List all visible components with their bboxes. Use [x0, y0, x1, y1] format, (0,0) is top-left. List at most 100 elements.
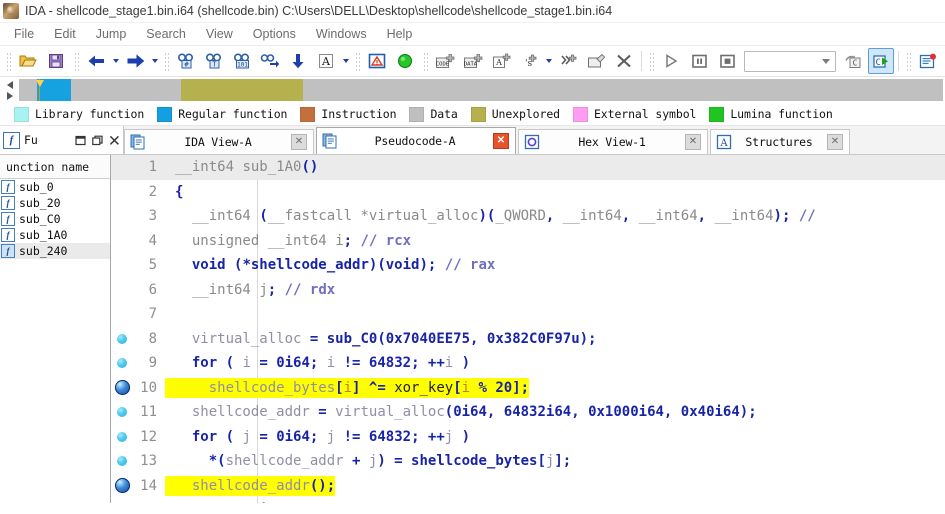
- functions-column-header[interactable]: unction name: [0, 155, 110, 179]
- toolbar-grip[interactable]: [5, 51, 11, 71]
- search-binary-icon[interactable]: 101: [229, 48, 255, 74]
- maximize-button[interactable]: [89, 132, 106, 148]
- tab-close-icon[interactable]: ✕: [685, 134, 701, 150]
- toolbar-grip-7[interactable]: [905, 51, 911, 71]
- make-ascii-icon[interactable]: A: [488, 48, 514, 74]
- breakpoint-icon[interactable]: [114, 380, 130, 396]
- token-var-shellcode-addr: shellcode_addr: [191, 404, 310, 421]
- font-a-icon[interactable]: A: [313, 48, 339, 74]
- tab-structures[interactable]: A Structures ✕: [710, 129, 850, 154]
- stop-icon[interactable]: [714, 48, 740, 74]
- code-line-8-marker[interactable]: [111, 333, 133, 344]
- code-line-14[interactable]: 14 shellcode_addr();: [111, 474, 945, 499]
- close-button[interactable]: [106, 132, 123, 148]
- search-text-icon[interactable]: T: [201, 48, 227, 74]
- code-line-15[interactable]: 15 return 0i64;: [111, 498, 945, 503]
- menu-windows[interactable]: Windows: [306, 25, 377, 43]
- code-line-11-marker[interactable]: [111, 407, 133, 418]
- tab-close-icon[interactable]: ✕: [827, 134, 843, 150]
- code-line-10-breakpoint[interactable]: [111, 380, 133, 396]
- tab-close-icon[interactable]: ✕: [291, 134, 307, 150]
- run-icon[interactable]: [658, 48, 684, 74]
- menu-help[interactable]: Help: [377, 25, 423, 43]
- function-list-item[interactable]: f sub_240: [0, 243, 110, 259]
- code-line-9[interactable]: 9 for ( i = 0i64; i != 64832; ++i ): [111, 351, 945, 376]
- menu-edit[interactable]: Edit: [44, 25, 86, 43]
- forward-arrow-icon[interactable]: [122, 48, 148, 74]
- code-line-2[interactable]: 2 {: [111, 180, 945, 205]
- code-line-1[interactable]: 1 __int64 sub_1A0(): [111, 155, 945, 180]
- toolbar-grip-2[interactable]: [73, 51, 79, 71]
- line-marker-dot-icon[interactable]: [117, 431, 127, 442]
- code-line-9-marker[interactable]: [111, 358, 133, 369]
- search-hash-icon[interactable]: #: [173, 48, 199, 74]
- navband-cursor[interactable]: [36, 79, 45, 101]
- pseudocode-view[interactable]: 1 __int64 sub_1A0() 2 { 3 __int64 (__fas…: [111, 155, 945, 503]
- code-line-7[interactable]: 7: [111, 302, 945, 327]
- breakpoint-icon[interactable]: [114, 478, 130, 494]
- open-file-icon[interactable]: [15, 48, 41, 74]
- tab-hex-view-1[interactable]: Hex View-1 ✕: [518, 129, 708, 154]
- code-line-12[interactable]: 12 for ( j = 0i64; j != 64832; ++j ): [111, 425, 945, 450]
- code-line-8[interactable]: 8 virtual_alloc = sub_C0(0x7040EE75, 0x3…: [111, 327, 945, 352]
- line-marker-dot-icon[interactable]: [117, 333, 127, 344]
- save-file-icon[interactable]: [43, 48, 69, 74]
- toolbar-grip-5[interactable]: [422, 51, 428, 71]
- code-line-4[interactable]: 4 unsigned __int64 i; // rcx: [111, 229, 945, 254]
- code-line-14-breakpoint[interactable]: [111, 478, 133, 494]
- navband-right-arrow-icon[interactable]: [7, 91, 13, 100]
- code-line-6[interactable]: 6 __int64 j; // rdx: [111, 278, 945, 303]
- menu-file[interactable]: File: [4, 25, 44, 43]
- function-list-item[interactable]: f sub_1A0: [0, 227, 110, 243]
- function-list-item[interactable]: f sub_C0: [0, 211, 110, 227]
- debugger-select[interactable]: [744, 50, 836, 72]
- warning-icon[interactable]: [364, 48, 390, 74]
- code-line-10[interactable]: 10 shellcode_bytes[i] ^= xor_key[i % 20]…: [111, 376, 945, 401]
- restore-button[interactable]: [72, 132, 89, 148]
- line-marker-dot-icon[interactable]: [117, 456, 127, 467]
- code-line-3[interactable]: 3 __int64 (__fastcall *virtual_alloc)(_Q…: [111, 204, 945, 229]
- jump-down-icon[interactable]: [285, 48, 311, 74]
- code-line-12-marker[interactable]: [111, 431, 133, 442]
- tab-ida-view-a[interactable]: IDA View-A ✕: [124, 129, 314, 154]
- tab-close-icon[interactable]: ✕: [493, 133, 509, 149]
- token-const-hex2: 0x382C0F97u: [486, 330, 580, 347]
- green-circle-icon[interactable]: [392, 48, 418, 74]
- forward-dropdown-icon[interactable]: [149, 49, 160, 73]
- menu-view[interactable]: View: [196, 25, 243, 43]
- search-next-icon[interactable]: [257, 48, 283, 74]
- code-line-13-marker[interactable]: [111, 456, 133, 467]
- function-list-item[interactable]: f sub_20: [0, 195, 110, 211]
- line-marker-dot-icon[interactable]: [117, 358, 127, 369]
- navband-left-arrow-icon[interactable]: [7, 80, 13, 89]
- code-line-5[interactable]: 5 void (*shellcode_addr)(void); // rax: [111, 253, 945, 278]
- back-dropdown-icon[interactable]: [110, 49, 121, 73]
- navband-scroll-arrows[interactable]: [0, 78, 18, 102]
- navigation-band[interactable]: [19, 79, 943, 101]
- step-out-icon[interactable]: C: [840, 48, 866, 74]
- code-line-11[interactable]: 11 shellcode_addr = virtual_alloc(0i64, …: [111, 400, 945, 425]
- menu-options[interactable]: Options: [243, 25, 306, 43]
- menu-search[interactable]: Search: [136, 25, 196, 43]
- undefine-icon[interactable]: [611, 48, 637, 74]
- make-data-icon[interactable]: DATA: [460, 48, 486, 74]
- breakpoint-list-icon[interactable]: [915, 48, 941, 74]
- code-line-13[interactable]: 13 *(shellcode_addr + j) = shellcode_byt…: [111, 449, 945, 474]
- toolbar-grip-4[interactable]: [354, 51, 360, 71]
- pause-icon[interactable]: [686, 48, 712, 74]
- make-struct-icon[interactable]: 's: [516, 48, 542, 74]
- toolbar-grip-6[interactable]: [648, 51, 654, 71]
- tab-pseudocode-a[interactable]: Pseudocode-A ✕: [316, 127, 516, 154]
- make-array-icon[interactable]: [555, 48, 581, 74]
- function-list-item[interactable]: f sub_0: [0, 179, 110, 195]
- toolbar-grip-3[interactable]: [163, 51, 169, 71]
- make-struct-dropdown-icon[interactable]: [543, 49, 554, 73]
- unexplored-segment[interactable]: [180, 79, 303, 101]
- back-arrow-icon[interactable]: [83, 48, 109, 74]
- make-code-icon[interactable]: CODE: [432, 48, 458, 74]
- step-into-icon[interactable]: C: [868, 48, 894, 74]
- line-marker-dot-icon[interactable]: [117, 407, 127, 418]
- edit-function-icon[interactable]: [583, 48, 609, 74]
- menu-jump[interactable]: Jump: [86, 25, 137, 43]
- font-dropdown-icon[interactable]: [340, 49, 351, 73]
